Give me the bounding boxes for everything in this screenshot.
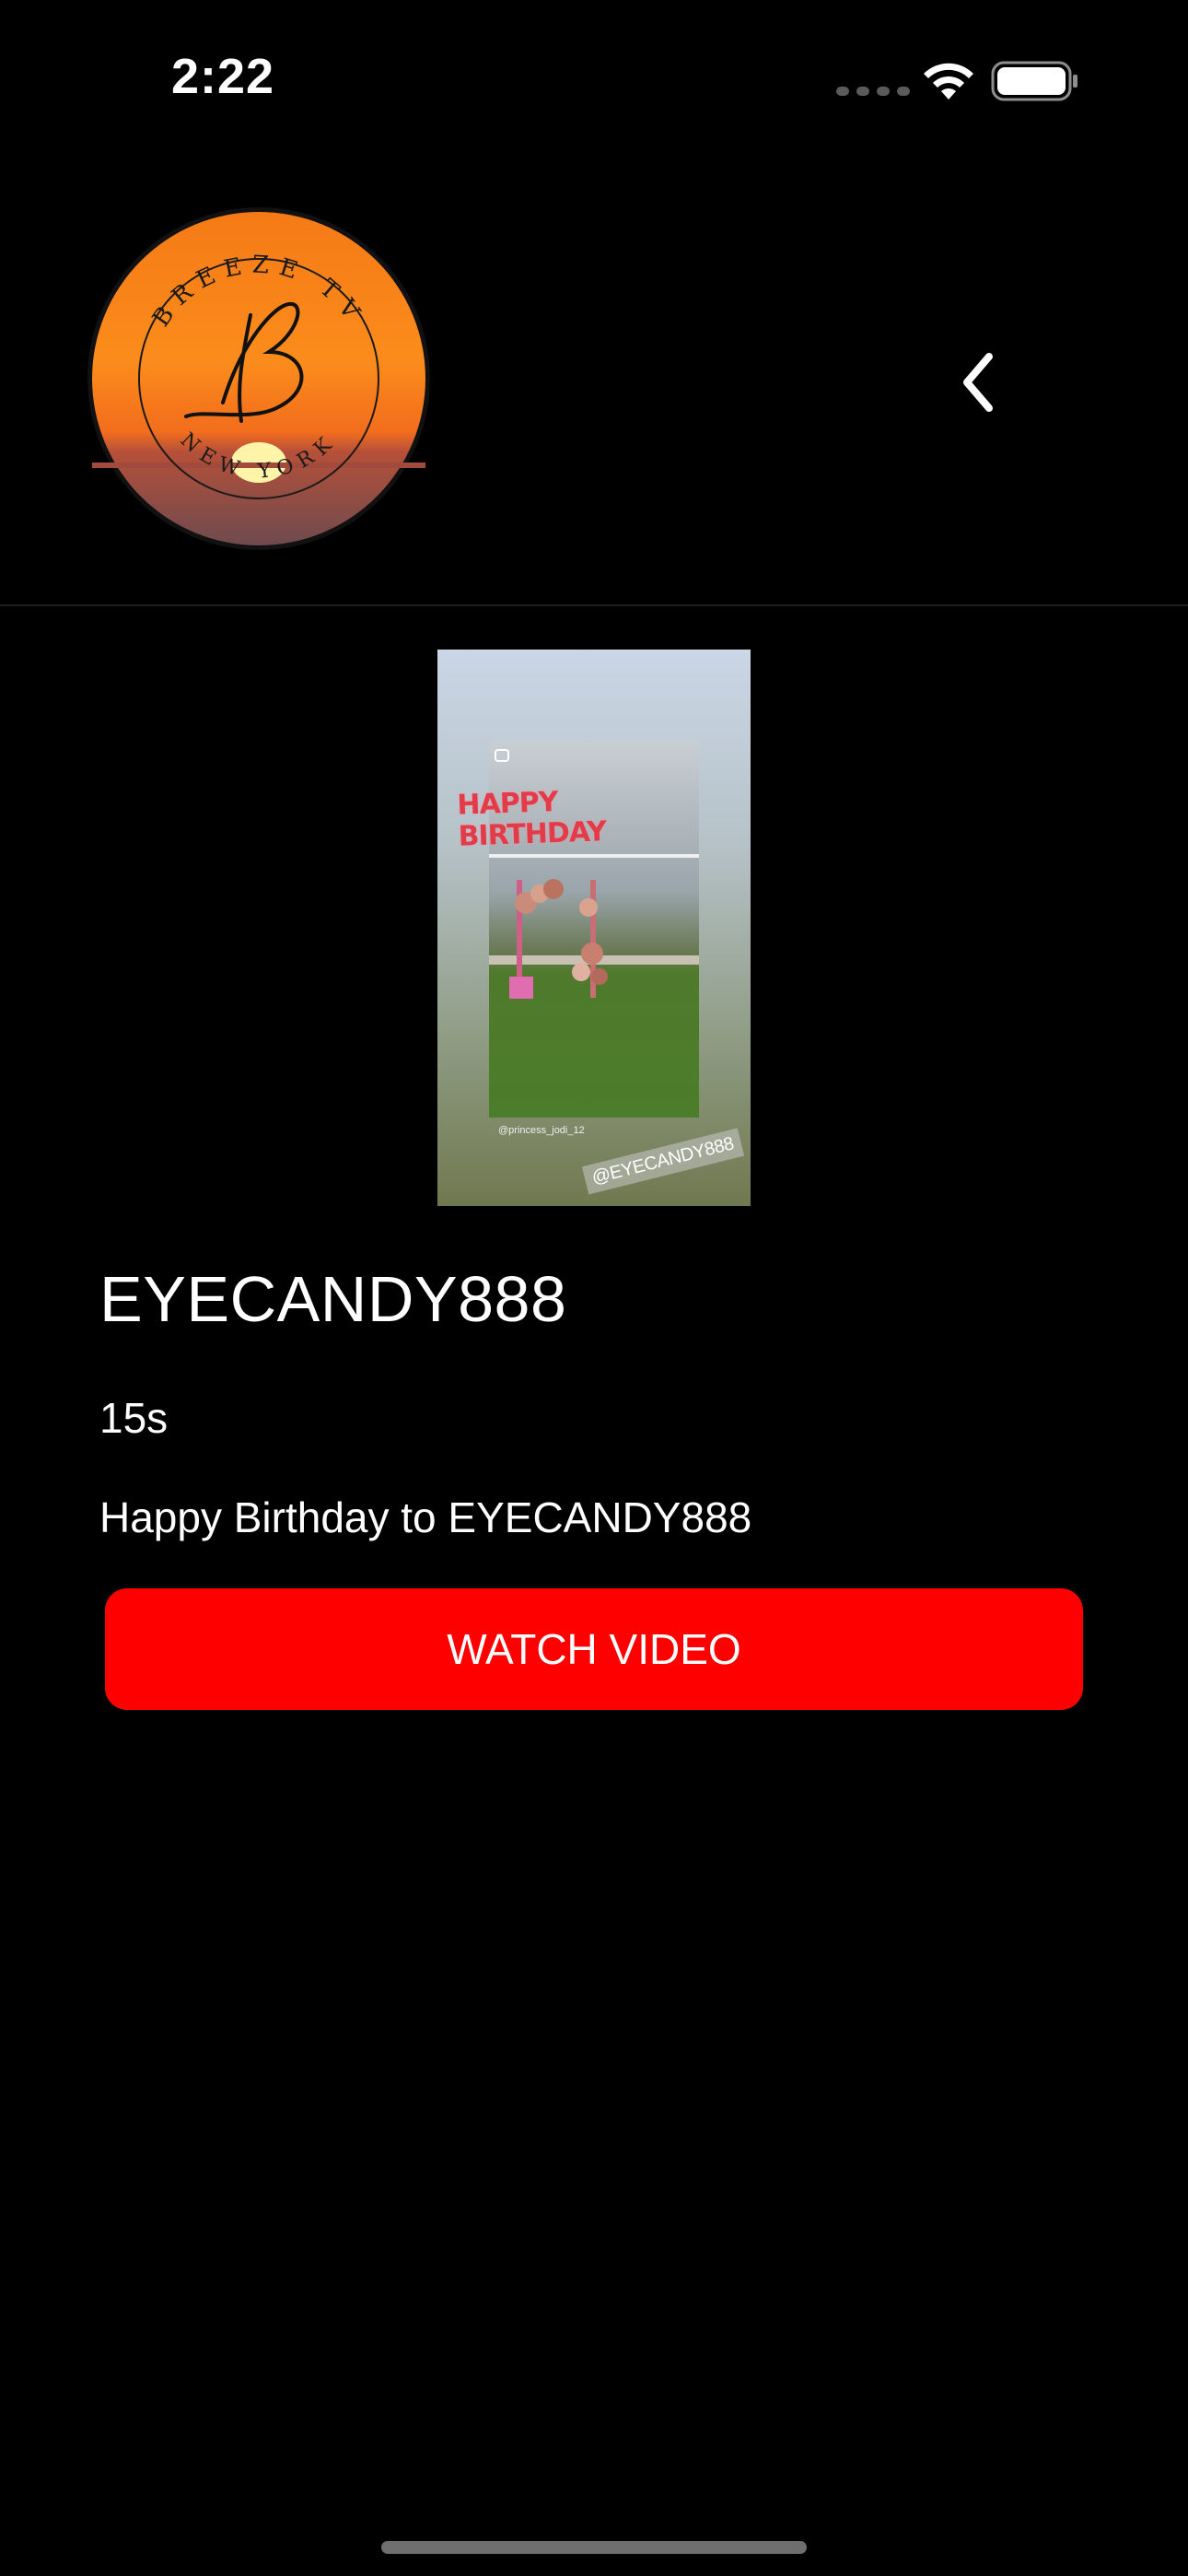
watch-video-button[interactable]: WATCH VIDEO bbox=[105, 1588, 1083, 1710]
header-divider bbox=[0, 604, 1188, 606]
signal-icon bbox=[836, 87, 910, 96]
video-title: EYECANDY888 bbox=[99, 1263, 567, 1335]
status-icons bbox=[836, 55, 1085, 111]
thumbnail-credit: @princess_jodi_12 bbox=[498, 1125, 585, 1136]
video-thumbnail[interactable]: HAPPY BIRTHDAY @princess_jodi_12 @EYECAN… bbox=[437, 650, 751, 1206]
breeze-tv-logo: BREEZE TV NEW YORK bbox=[85, 205, 433, 553]
thumbnail-birthday-text: HAPPY BIRTHDAY bbox=[456, 786, 607, 853]
battery-icon bbox=[991, 61, 1077, 101]
status-time: 2:22 bbox=[171, 49, 275, 104]
thumbnail-tag: @EYECANDY888 bbox=[581, 1128, 744, 1195]
video-duration: 15s bbox=[99, 1394, 169, 1442]
back-button[interactable] bbox=[932, 332, 1024, 433]
video-description: Happy Birthday to EYECANDY888 bbox=[99, 1493, 752, 1541]
home-indicator[interactable] bbox=[381, 2541, 807, 2554]
chevron-left-icon bbox=[963, 353, 993, 412]
wifi-icon bbox=[924, 63, 973, 100]
story-icon bbox=[495, 749, 509, 762]
